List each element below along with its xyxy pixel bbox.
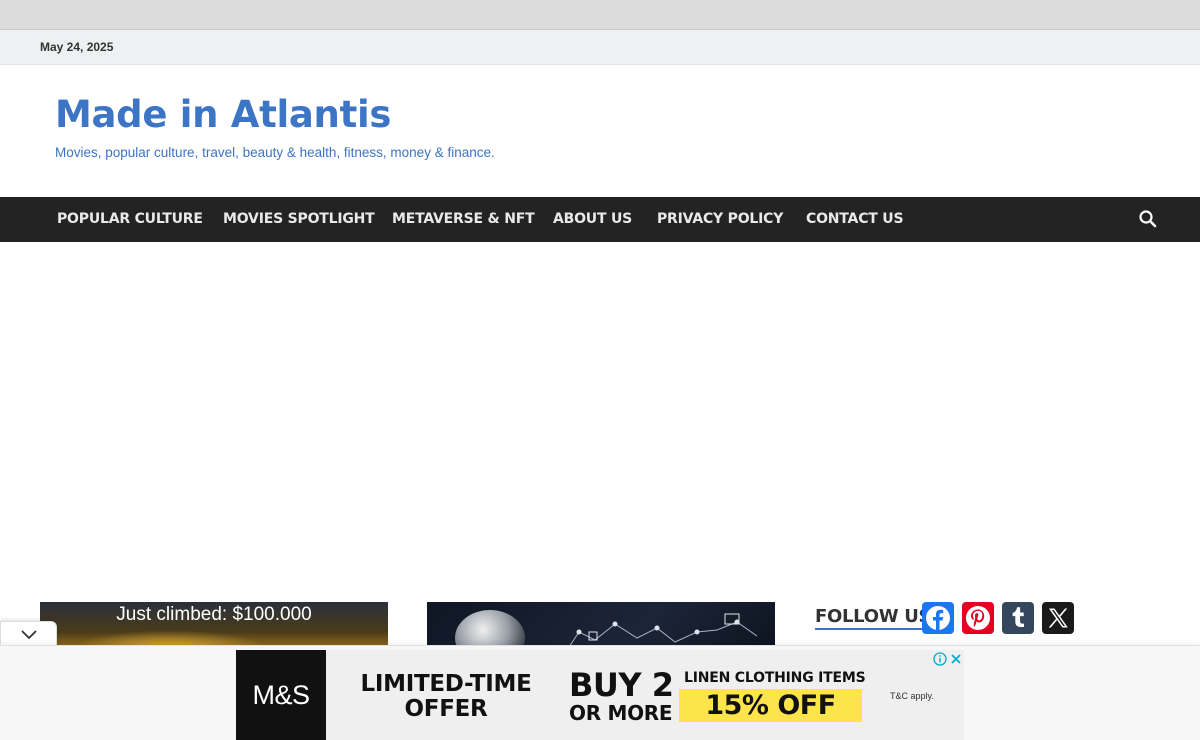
tumblr-icon	[1012, 607, 1024, 627]
facebook-icon	[926, 606, 950, 630]
ad-buy-text: BUY 2	[569, 666, 674, 704]
nav-item-privacy-policy[interactable]: PRIVACY POLICY	[657, 211, 783, 227]
ad-discount-badge: 15% OFF	[679, 689, 862, 722]
top-bar: May 24, 2025	[0, 30, 1200, 65]
nav-item-contact-us[interactable]: CONTACT US	[806, 211, 904, 227]
ad-close-button[interactable]	[949, 651, 963, 665]
thumbnail-caption: Just climbed: $100.000	[116, 604, 312, 625]
tumblr-button[interactable]	[1002, 602, 1034, 634]
browser-top-strip	[0, 0, 1200, 30]
close-icon	[951, 654, 961, 664]
ad-or-more-text: OR MORE	[569, 701, 673, 725]
x-button[interactable]	[1042, 602, 1074, 634]
nav-item-about-us[interactable]: ABOUT US	[553, 211, 632, 227]
ad-offer-text: LIMITED-TIME OFFER	[346, 672, 546, 722]
pinterest-button[interactable]	[962, 602, 994, 634]
ad-brand-logo: M&S	[236, 650, 326, 740]
nav-item-metaverse-nft[interactable]: METAVERSE & NFT	[392, 211, 535, 227]
nav-item-movies-spotlight[interactable]: MOVIES SPOTLIGHT	[223, 211, 375, 227]
info-icon	[933, 652, 947, 666]
site-header: Made in Atlantis Movies, popular culture…	[0, 65, 1200, 197]
current-date: May 24, 2025	[40, 40, 114, 54]
advertisement-banner[interactable]: M&S LIMITED-TIME OFFER BUY 2 OR MORE LIN…	[236, 650, 964, 740]
ad-info-button[interactable]	[933, 651, 947, 666]
ad-offer-line2: OFFER	[404, 696, 488, 722]
site-description: Movies, popular culture, travel, beauty …	[55, 145, 495, 160]
pinterest-icon	[966, 606, 990, 630]
facebook-button[interactable]	[922, 602, 954, 634]
search-button[interactable]	[1138, 209, 1158, 229]
search-icon	[1139, 210, 1157, 228]
ad-linen-text: LINEN CLOTHING ITEMS	[684, 670, 866, 686]
nav-item-popular-culture[interactable]: POPULAR CULTURE	[57, 211, 203, 227]
ad-terms: T&C apply.	[890, 691, 934, 701]
follow-us-title: FOLLOW US	[815, 606, 932, 630]
site-title-link[interactable]: Made in Atlantis	[55, 93, 391, 136]
main-navigation: POPULAR CULTURE MOVIES SPOTLIGHT METAVER…	[0, 197, 1200, 242]
ad-offer-line1: LIMITED-TIME	[360, 671, 532, 697]
chevron-down-icon	[21, 630, 37, 640]
x-icon	[1048, 608, 1068, 628]
